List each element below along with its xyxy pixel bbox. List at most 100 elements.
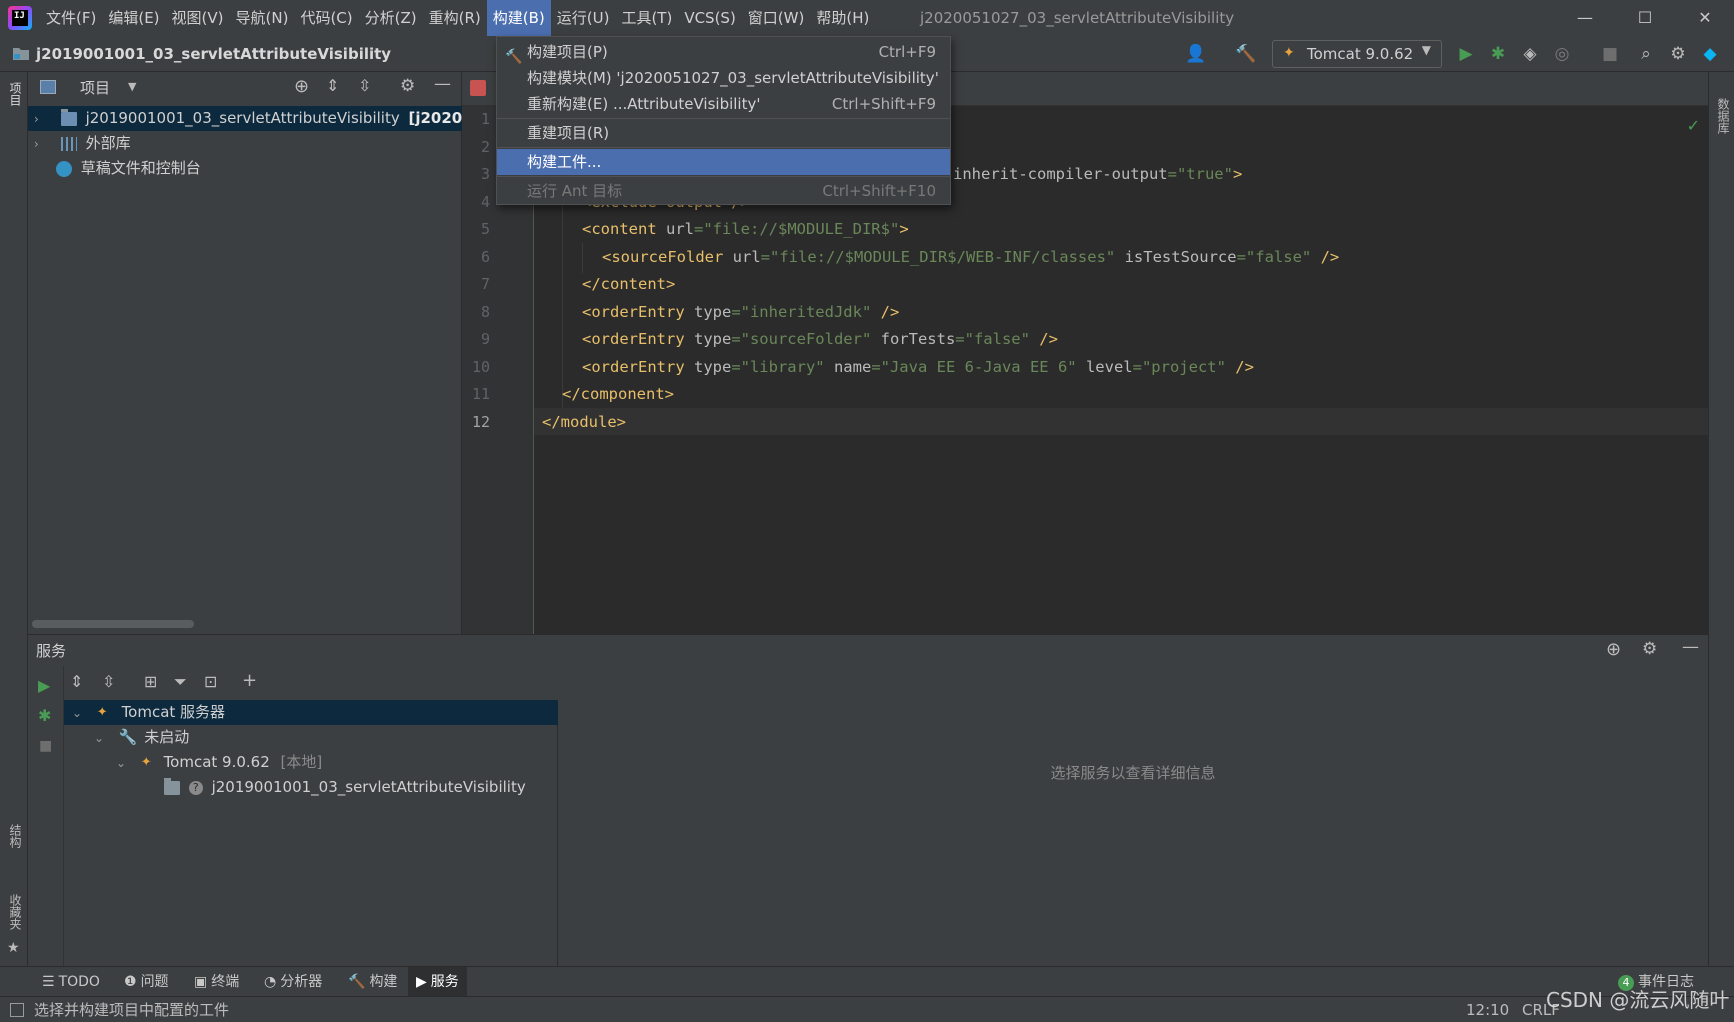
user-account-icon[interactable]: 👤 — [1184, 42, 1208, 66]
menu-refactor[interactable]: 重构(R) — [423, 0, 487, 36]
chevron-down-icon[interactable]: ⌄ — [94, 726, 108, 751]
stop-icon[interactable]: ■ — [1598, 42, 1622, 66]
database-tool-tab[interactable]: 数据库 — [1715, 98, 1732, 134]
stop-service-icon[interactable]: ■ — [39, 738, 52, 754]
no-problems-check-icon[interactable]: ✓ — [1687, 116, 1700, 135]
services-action-strip: ▶ ✱ ■ — [28, 666, 64, 966]
code-line-9: <orderEntry type="sourceFolder" forTests… — [582, 330, 1058, 348]
line-number: 9 — [480, 330, 490, 348]
tab-services[interactable]: ▶ 服务 — [408, 967, 467, 997]
tab-profiler[interactable]: ◔ 分析器 — [256, 967, 330, 997]
menu-item-label: 重建项目(R) — [527, 124, 610, 142]
panel-settings-gear-icon[interactable]: ⚙ — [400, 76, 415, 96]
menu-code[interactable]: 代码(C) — [294, 0, 358, 36]
menu-item-recompile[interactable]: 重新构建(E) ...AttributeVisibility' Ctrl+Shi… — [497, 91, 950, 117]
new-tab-icon[interactable]: ⊡ — [204, 672, 217, 691]
chevron-right-icon[interactable]: › — [34, 107, 48, 131]
hide-services-icon[interactable]: — — [1682, 637, 1699, 657]
project-tool-tab[interactable]: 项目 — [7, 82, 24, 106]
close-window-button[interactable]: ✕ — [1676, 0, 1734, 36]
filter-icon[interactable]: ⏷ — [174, 672, 187, 692]
services-settings-gear-icon[interactable]: ⚙ — [1642, 639, 1657, 659]
run-icon[interactable]: ▶ — [1454, 42, 1478, 66]
debug-icon[interactable]: ✱ — [1486, 42, 1510, 66]
menu-navigate[interactable]: 导航(N) — [230, 0, 295, 36]
indent-guide — [582, 243, 583, 273]
menu-file[interactable]: 文件(F) — [40, 0, 102, 36]
locate-icon[interactable]: ⊕ — [294, 76, 309, 97]
main-menu: 文件(F) 编辑(E) 视图(V) 导航(N) 代码(C) 分析(Z) 重构(R… — [40, 0, 875, 36]
menu-vcs[interactable]: VCS(S) — [678, 0, 741, 36]
group-by-icon[interactable]: ⊞ — [144, 672, 157, 691]
minimize-button[interactable]: — — [1556, 0, 1614, 36]
project-panel-title[interactable]: 项目 — [80, 72, 110, 104]
menu-item-rebuild-project[interactable]: 重建项目(R) — [497, 120, 950, 146]
menu-edit[interactable]: 编辑(E) — [102, 0, 165, 36]
tree-item-tomcat-instance[interactable]: ⌄ ✦ Tomcat 9.0.62 [本地] — [64, 750, 558, 775]
menu-item-build-project[interactable]: 🔨 构建项目(P) Ctrl+F9 — [497, 39, 950, 65]
breadcrumb-project[interactable]: j2019001001_03_servletAttributeVisibilit… — [36, 36, 391, 72]
tab-terminal[interactable]: ▣ 终端 — [186, 967, 247, 997]
menu-run[interactable]: 运行(U) — [551, 0, 616, 36]
structure-tool-tab[interactable]: 结构 — [7, 824, 24, 848]
services-panel-title: 服务 — [36, 642, 67, 660]
coverage-icon[interactable]: ◈ — [1518, 42, 1542, 66]
build-hammer-icon[interactable]: 🔨 — [1234, 42, 1258, 66]
chevron-down-icon[interactable]: ⌄ — [72, 701, 86, 726]
search-icon[interactable]: ⌕ — [1634, 42, 1658, 66]
menu-item-build-artifacts[interactable]: 构建工件... — [497, 149, 950, 175]
build-hammer-icon: 🔨 — [348, 974, 366, 990]
chevron-down-icon[interactable]: ⌄ — [116, 751, 130, 776]
menu-view[interactable]: 视图(V) — [166, 0, 230, 36]
menu-item-run-ant-target[interactable]: 运行 Ant 目标 Ctrl+Shift+F10 — [497, 178, 950, 204]
tree-item-artifact[interactable]: ? j2019001001_03_servletAttributeVisibil… — [64, 775, 558, 800]
tree-item-tomcat-server[interactable]: ⌄ ✦ Tomcat 服务器 — [64, 700, 558, 725]
run-service-icon[interactable]: ▶ — [38, 676, 50, 695]
run-configuration-selector[interactable]: ✦ Tomcat 9.0.62 ▼ — [1272, 40, 1442, 68]
chevron-down-icon[interactable]: ▼ — [128, 80, 136, 93]
menu-tools[interactable]: 工具(T) — [615, 0, 678, 36]
collapse-all-icon[interactable]: ⇳ — [358, 76, 371, 95]
toggle-tool-windows-icon[interactable] — [10, 1003, 24, 1017]
tomcat-instance-label: Tomcat 9.0.62 — [163, 753, 270, 771]
scratch-console-icon — [56, 160, 72, 177]
line-number: 2 — [480, 137, 490, 156]
module-folder-icon — [60, 108, 77, 126]
line-number-current: 12 — [471, 412, 490, 431]
code-line-7: </content> — [582, 275, 676, 293]
tree-item-not-started[interactable]: ⌄ 🔧 未启动 — [64, 725, 558, 750]
empty-state-hint: 选择服务以查看详细信息 — [1050, 764, 1216, 782]
caret-position[interactable]: 12:10 — [1466, 997, 1509, 1022]
favorites-tool-tab[interactable]: 收藏夹 — [7, 894, 24, 930]
expand-all-icon[interactable]: ⇕ — [70, 672, 83, 691]
tomcat-server-label: Tomcat 服务器 — [121, 703, 226, 721]
hide-panel-icon[interactable]: — — [434, 74, 451, 94]
collapse-all-icon[interactable]: ⇳ — [102, 672, 115, 691]
tree-item-project-root[interactable]: › j2019001001_03_servletAttributeVisibil… — [28, 106, 462, 131]
tree-item-external-libraries[interactable]: › 外部库 — [28, 131, 462, 156]
jetbrains-toolbox-icon[interactable]: ◆ — [1698, 42, 1722, 66]
project-panel-header: 项目 ▼ ⊕ ⇕ ⇳ ⚙ — — [28, 72, 462, 104]
horizontal-scrollbar[interactable] — [32, 620, 194, 628]
tab-todo[interactable]: ☰ TODO — [34, 967, 108, 997]
menu-help[interactable]: 帮助(H) — [810, 0, 875, 36]
maximize-button[interactable]: ☐ — [1616, 0, 1674, 36]
debug-service-icon[interactable]: ✱ — [38, 706, 51, 725]
profile-icon[interactable]: ◎ — [1550, 42, 1574, 66]
iml-file-icon — [470, 80, 486, 96]
intellij-logo-icon: IJ — [8, 6, 32, 30]
menu-item-build-module[interactable]: 构建模块(M) 'j2020051027_03_servletAttribute… — [497, 65, 950, 91]
tree-item-scratches[interactable]: 草稿文件和控制台 — [28, 156, 462, 181]
menu-analyze[interactable]: 分析(Z) — [359, 0, 423, 36]
code-line-3: inherit-compiler-output="true"> — [953, 165, 1243, 183]
menu-build[interactable]: 构建(B) — [486, 0, 551, 36]
add-icon[interactable]: + — [242, 670, 257, 691]
expand-all-icon[interactable]: ⇕ — [326, 76, 339, 95]
menu-window[interactable]: 窗口(W) — [742, 0, 811, 36]
tab-label: 分析器 — [280, 974, 323, 990]
tab-problems[interactable]: ❶ 问题 — [116, 967, 177, 997]
add-service-icon[interactable]: ⊕ — [1606, 639, 1621, 660]
chevron-right-icon[interactable]: › — [34, 132, 48, 156]
tab-build[interactable]: 🔨 构建 — [340, 967, 405, 997]
settings-gear-icon[interactable]: ⚙ — [1666, 42, 1690, 66]
